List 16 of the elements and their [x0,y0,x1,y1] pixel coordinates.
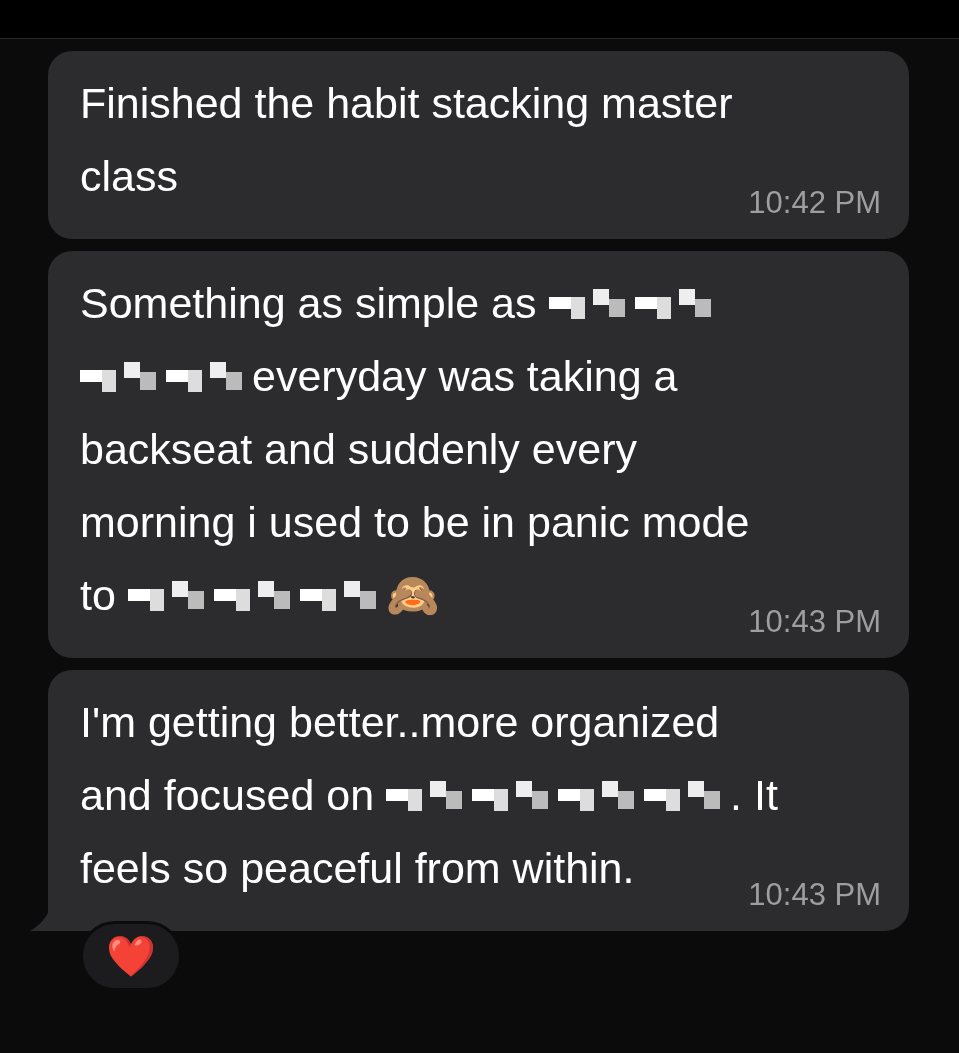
message-time: 10:42 PM [748,184,881,222]
message-text: class [80,151,178,202]
message-time: 10:43 PM [748,876,881,914]
message-text: Something as simple as [80,278,537,329]
message-text: Finished the habit stacking master [80,78,733,129]
message-text: 🙈 [385,570,440,621]
message-time: 10:43 PM [748,603,881,641]
message-text: and focused on [80,770,375,821]
message-text: . It [730,770,778,821]
message-text: morning i used to be in panic mode [80,497,750,548]
message-text: to [80,570,116,621]
reaction-badge[interactable]: ❤ [80,921,182,991]
message-text: I'm getting better..more organized [80,697,720,748]
message-text: everyday was taking a [252,351,678,402]
message-text: feels so peaceful from within. [80,843,635,894]
message-text: backseat and suddenly every [80,424,637,475]
